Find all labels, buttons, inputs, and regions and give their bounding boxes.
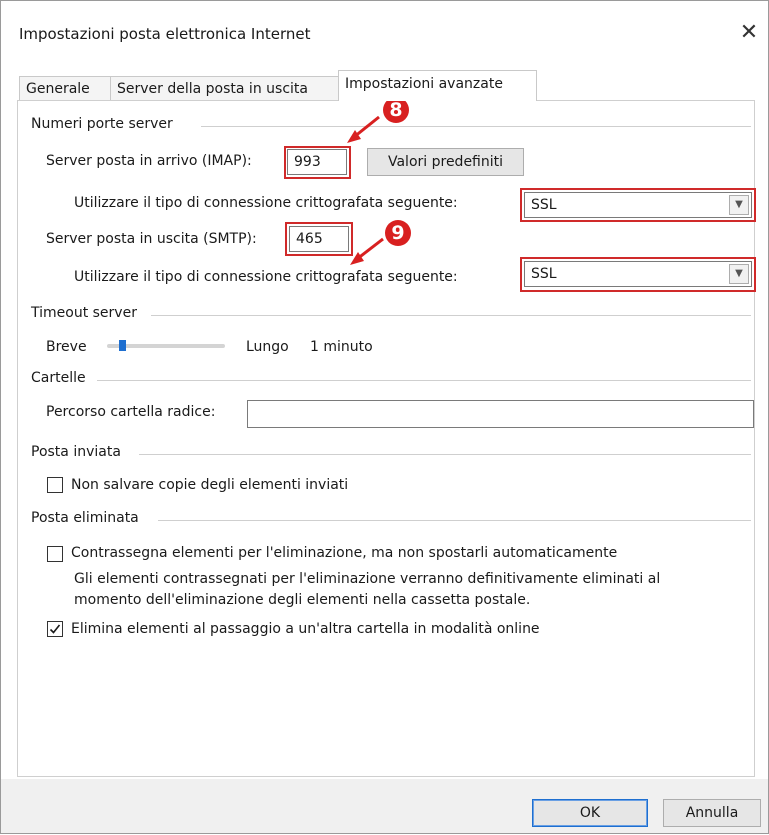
legend-folders: Cartelle (31, 370, 92, 386)
divider (97, 380, 751, 381)
dialog-window: Impostazioni posta elettronica Internet … (0, 0, 769, 834)
timeout-short-label: Breve (46, 339, 87, 355)
divider (151, 315, 751, 316)
mark-note-line1: Gli elementi contrassegnati per l'elimin… (74, 571, 661, 587)
divider (158, 520, 751, 521)
legend-timeout: Timeout server (31, 305, 143, 321)
ok-button[interactable]: OK (532, 799, 648, 827)
timeout-slider-thumb[interactable] (118, 340, 126, 351)
no-sent-copies-checkbox[interactable] (47, 477, 63, 493)
mark-note-line2: momento dell'eliminazione degli elementi… (74, 592, 531, 608)
timeout-value: 1 minuto (310, 339, 373, 355)
purge-on-switch-label: Elimina elementi al passaggio a un'altra… (71, 621, 540, 637)
annotation-arrow-8 (353, 115, 380, 139)
no-sent-copies-label: Non salvare copie degli elementi inviati (71, 477, 349, 493)
tab-label: Impostazioni avanzate (345, 76, 503, 92)
root-folder-input[interactable] (247, 400, 754, 428)
divider (139, 454, 751, 455)
annotation-arrow-9 (356, 237, 384, 261)
cancel-button[interactable]: Annulla (663, 799, 761, 827)
root-folder-label: Percorso cartella radice: (46, 404, 216, 420)
legend-deleted: Posta eliminata (31, 510, 145, 526)
purge-on-switch-checkbox[interactable] (47, 621, 63, 637)
legend-sent: Posta inviata (31, 444, 127, 460)
dialog-footer: OK Annulla (1, 779, 768, 833)
mark-for-deletion-label: Contrassegna elementi per l'eliminazione… (71, 545, 618, 561)
timeout-long-label: Lungo (246, 339, 289, 355)
annotation-badge-9: 9 (385, 220, 411, 246)
mark-for-deletion-checkbox[interactable] (47, 546, 63, 562)
checkmark-icon (49, 624, 61, 634)
tab-advanced[interactable]: Impostazioni avanzate (338, 70, 537, 101)
